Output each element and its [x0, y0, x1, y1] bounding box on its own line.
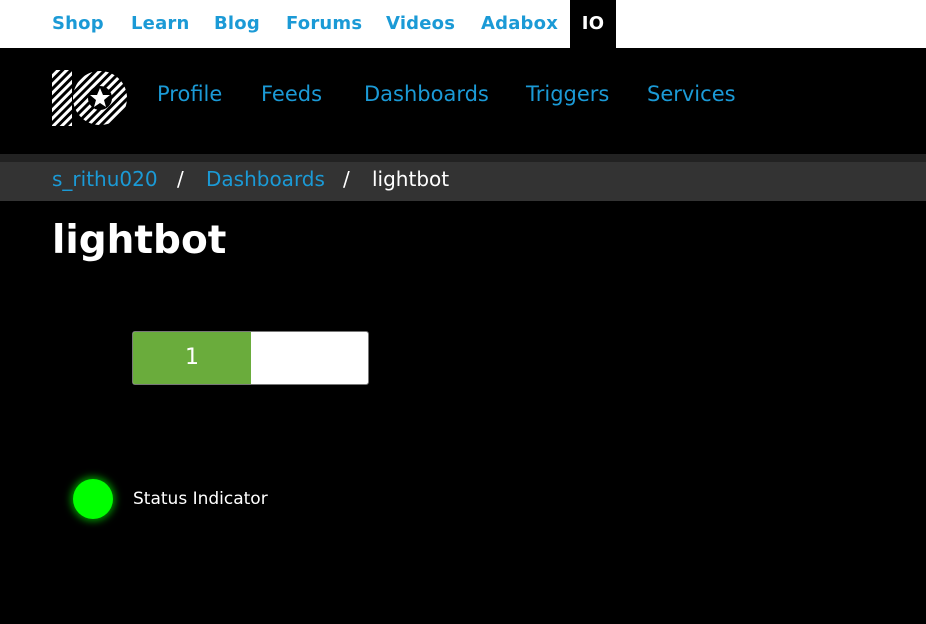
status-indicator-light [73, 479, 113, 519]
breadcrumb-separator: / [343, 167, 350, 191]
mainnav-dashboards-link[interactable]: Dashboards [364, 82, 489, 106]
mainnav-triggers-link[interactable]: Triggers [526, 82, 609, 106]
top-site-nav: Shop Learn Blog Forums Videos Adabox IO [0, 0, 926, 48]
topnav-forums-link[interactable]: Forums [286, 0, 362, 48]
adafruit-io-logo-icon[interactable] [52, 70, 128, 126]
mainnav-profile-link[interactable]: Profile [157, 82, 222, 106]
breadcrumb-separator: / [177, 167, 184, 191]
toggle-on-value: 1 [133, 332, 251, 384]
topnav-videos-link[interactable]: Videos [386, 0, 455, 48]
io-header: Profile Feeds Dashboards Triggers Servic… [0, 48, 926, 154]
topnav-io-link[interactable]: IO [570, 0, 616, 48]
status-indicator-label: Status Indicator [133, 489, 268, 509]
breadcrumb-user-link[interactable]: s_rithu020 [52, 167, 158, 191]
page-title: lightbot [52, 218, 227, 263]
breadcrumb-current: lightbot [372, 167, 450, 191]
mainnav-feeds-link[interactable]: Feeds [261, 82, 322, 106]
topnav-blog-link[interactable]: Blog [214, 0, 260, 48]
mainnav-services-link[interactable]: Services [647, 82, 736, 106]
breadcrumb-dashboards-link[interactable]: Dashboards [206, 167, 325, 191]
toggle-switch[interactable]: 1 [132, 331, 369, 385]
breadcrumb: s_rithu020 / Dashboards / lightbot [0, 154, 926, 201]
topnav-shop-link[interactable]: Shop [52, 0, 104, 48]
topnav-adabox-link[interactable]: Adabox [481, 0, 558, 48]
topnav-learn-link[interactable]: Learn [131, 0, 190, 48]
